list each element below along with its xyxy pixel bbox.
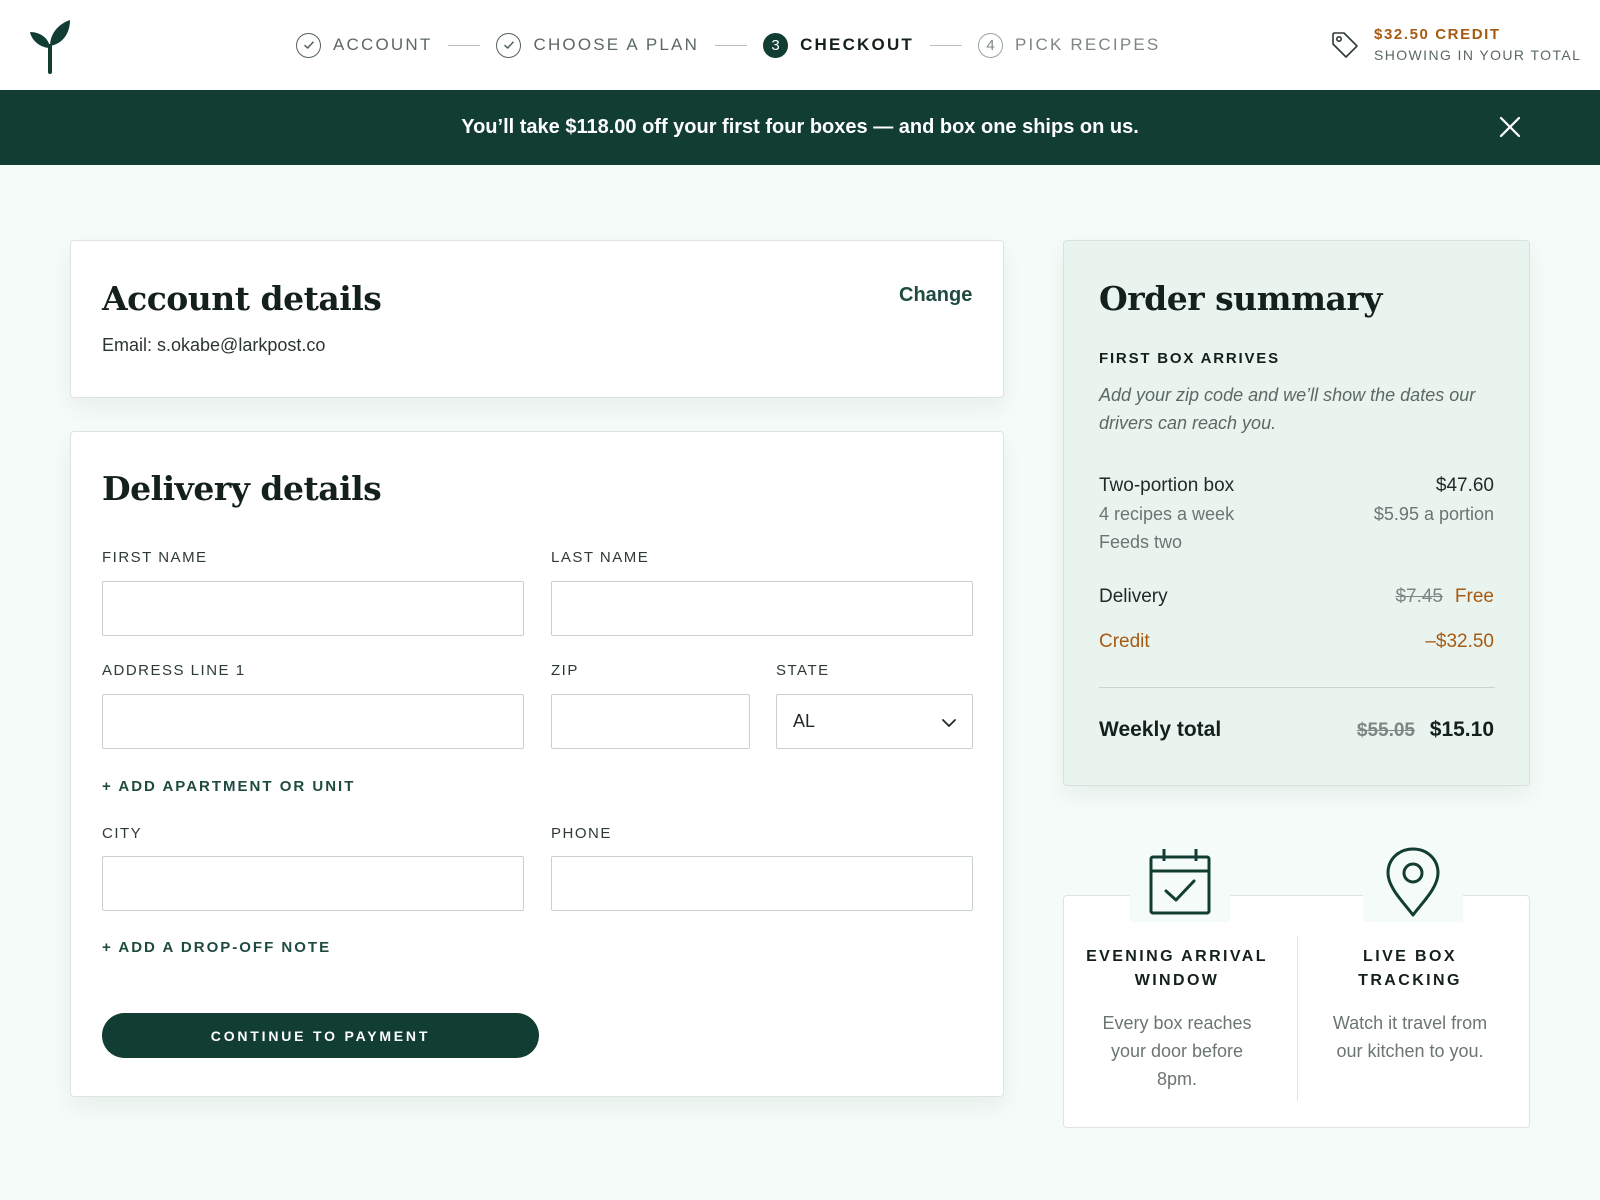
delivery-free: Free	[1454, 586, 1494, 607]
city-label: CITY	[102, 825, 143, 842]
feature-desc-line: 8pm.	[1156, 1069, 1198, 1089]
continue-to-payment-button[interactable]: CONTINUE TO PAYMENT	[102, 1013, 539, 1058]
check-circle-icon	[496, 32, 522, 58]
address-line-1-label: ADDRESS LINE 1	[102, 662, 246, 679]
step-pick-recipes: 4 PICK RECIPES	[978, 32, 1161, 58]
state-selected-value: AL	[793, 711, 816, 731]
delivery-details-title: Delivery details	[102, 469, 382, 508]
step-account[interactable]: ACCOUNT	[296, 32, 433, 58]
feature-evening-desc: Every box reaches your door before 8pm.	[1082, 1009, 1272, 1093]
feature-desc-line: Watch it travel from	[1332, 1013, 1488, 1033]
feature-desc-line: your door before	[1110, 1041, 1244, 1061]
location-pin-icon	[1386, 847, 1440, 917]
account-details-title: Account details	[102, 279, 382, 318]
delivery-label: Delivery	[1099, 586, 1168, 607]
feature-tracking-desc: Watch it travel from our kitchen to you.	[1315, 1009, 1505, 1065]
step-separator	[930, 44, 963, 46]
add-drop-off-note-link[interactable]: + ADD A DROP-OFF NOTE	[102, 939, 331, 956]
step-label: ACCOUNT	[333, 35, 433, 54]
first-name-input[interactable]	[102, 581, 524, 636]
last-name-label: LAST NAME	[551, 549, 650, 566]
first-box-note: Add your zip code and we’ll show the dat…	[1099, 385, 1476, 433]
state-select[interactable]: AL	[776, 694, 973, 749]
feature-title-line: LIVE BOX	[1363, 948, 1457, 965]
calendar-check-icon	[1149, 849, 1211, 915]
step-number: 4	[978, 32, 1004, 58]
price-tag-icon	[1332, 32, 1358, 58]
state-label: STATE	[776, 662, 830, 679]
credit-label: Credit	[1099, 631, 1150, 652]
city-input[interactable]	[102, 856, 524, 911]
add-apartment-link[interactable]: + ADD APARTMENT OR UNIT	[102, 778, 355, 795]
step-separator	[715, 44, 748, 46]
weekly-total-label: Weekly total	[1099, 718, 1222, 741]
feature-icon-wrap	[1363, 842, 1463, 922]
step-choose-plan[interactable]: CHOOSE A PLAN	[496, 32, 700, 58]
feature-tracking-title: LIVE BOX TRACKING	[1305, 945, 1515, 993]
feature-divider	[1297, 936, 1298, 1101]
feature-title-line: WINDOW	[1134, 972, 1220, 989]
change-account-link[interactable]: Change	[899, 284, 972, 307]
promo-banner-text: You’ll take $118.00 off your first four …	[461, 116, 1139, 138]
step-number: 3	[763, 32, 789, 58]
weekly-total-old: $55.05	[1356, 720, 1415, 741]
feature-evening-title: EVENING ARRIVAL WINDOW	[1072, 945, 1282, 993]
feature-desc-line: Every box reaches	[1102, 1013, 1252, 1033]
close-icon[interactable]	[1498, 115, 1522, 139]
step-checkout: 3 CHECKOUT	[763, 32, 915, 58]
order-summary-card: Order summary FIRST BOX ARRIVES Add your…	[1063, 240, 1530, 786]
zip-input[interactable]	[551, 694, 750, 749]
zip-label: ZIP	[551, 662, 579, 679]
step-label: CHECKOUT	[800, 35, 915, 54]
delivery-old-price: $7.45	[1395, 586, 1443, 607]
phone-label: PHONE	[551, 825, 612, 842]
feature-title-line: EVENING ARRIVAL	[1086, 948, 1268, 965]
plan-price: $47.60	[1435, 475, 1494, 496]
weekly-total-new: $15.10	[1429, 718, 1494, 741]
account-details-card: Account details Change Email: s.okabe@la…	[70, 240, 1004, 398]
plan-feeds: Feeds two	[1099, 532, 1183, 552]
credit-value: –$32.50	[1425, 631, 1494, 652]
order-summary-title: Order summary	[1099, 279, 1382, 318]
feature-desc-line: our kitchen to you.	[1336, 1041, 1484, 1061]
first-box-heading: FIRST BOX ARRIVES	[1099, 350, 1280, 367]
plan-name: Two-portion box	[1099, 475, 1235, 496]
step-label: PICK RECIPES	[1015, 35, 1161, 54]
checkout-progress-steps: ACCOUNT CHOOSE A PLAN 3 CHECKOUT 4 PICK …	[296, 31, 1160, 59]
promo-banner: You’ll take $118.00 off your first four …	[0, 90, 1600, 165]
top-header: ACCOUNT CHOOSE A PLAN 3 CHECKOUT 4 PICK …	[0, 0, 1600, 90]
check-circle-icon	[296, 32, 321, 58]
sprout-logo-icon[interactable]	[28, 18, 74, 74]
last-name-input[interactable]	[551, 581, 973, 636]
address-line-1-input[interactable]	[102, 694, 524, 749]
account-email: Email: s.okabe@larkpost.co	[102, 335, 326, 355]
first-name-label: FIRST NAME	[102, 549, 208, 566]
step-label: CHOOSE A PLAN	[533, 35, 700, 54]
plan-recipes: 4 recipes a week	[1099, 504, 1235, 524]
phone-input[interactable]	[551, 856, 973, 911]
chevron-down-icon	[942, 719, 956, 727]
plan-portion-price: $5.95 a portion	[1373, 504, 1494, 524]
features-card: EVENING ARRIVAL WINDOW Every box reaches…	[1063, 895, 1530, 1128]
summary-divider	[1099, 687, 1495, 688]
feature-icon-wrap	[1130, 842, 1230, 922]
credit-amount: $32.50 CREDIT	[1374, 26, 1501, 43]
delivery-details-card: Delivery details FIRST NAME LAST NAME AD…	[70, 431, 1004, 1097]
step-separator	[448, 44, 481, 46]
credit-subtitle: SHOWING IN YOUR TOTAL	[1374, 47, 1582, 63]
feature-title-line: TRACKING	[1358, 972, 1462, 989]
